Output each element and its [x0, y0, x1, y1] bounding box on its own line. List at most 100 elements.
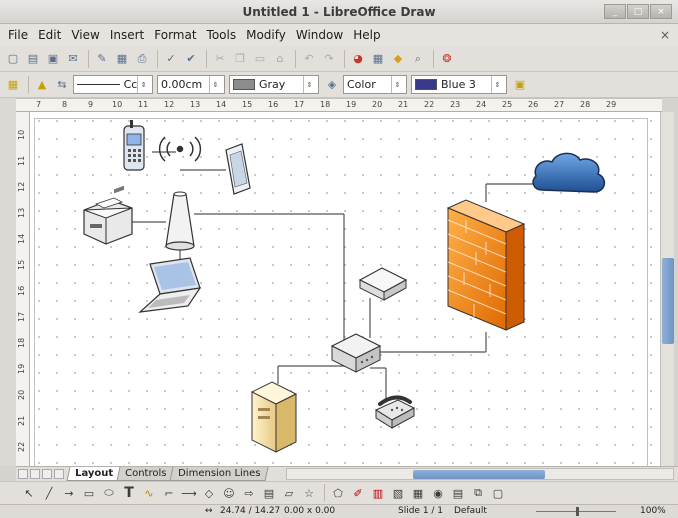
- line-color-select[interactable]: Gray ⇕: [229, 75, 319, 94]
- drawing-canvas[interactable]: [30, 112, 660, 466]
- line-width-field[interactable]: 0.00cm ⇕: [157, 75, 225, 94]
- paste-icon[interactable]: ▭: [251, 50, 269, 68]
- extrusion-icon[interactable]: ◉: [429, 484, 447, 502]
- menu-tools[interactable]: Tools: [203, 28, 243, 42]
- styles-icon[interactable]: ▦: [4, 76, 22, 94]
- show-draw-functions-icon[interactable]: ◆: [389, 50, 407, 68]
- ruler-tick: 20: [17, 389, 26, 400]
- area-style-select[interactable]: Color ⇕: [343, 75, 407, 94]
- area-style-value: Color: [347, 78, 376, 91]
- close-document-icon[interactable]: ×: [660, 28, 670, 42]
- ellipse-icon[interactable]: ⬭: [100, 484, 118, 502]
- horizontal-scrollbar[interactable]: [286, 468, 674, 480]
- ruler-tick: 14: [17, 233, 26, 244]
- standard-toolbar: ▢ ▤ ▣ ✉ ✎ ▦ ⎙ ✓ ✔ ✂ ❐ ▭ ⌂ ↶ ↷ ◕ ▦ ◆ ⌕ ❂: [0, 46, 678, 72]
- edit-file-icon[interactable]: ✎: [93, 50, 111, 68]
- glue-points-icon[interactable]: ✐: [349, 484, 367, 502]
- tab-controls[interactable]: Controls: [116, 467, 175, 481]
- curve-icon[interactable]: ∿: [140, 484, 158, 502]
- menu-help[interactable]: Help: [349, 28, 386, 42]
- copy-icon[interactable]: ❐: [231, 50, 249, 68]
- vertical-ruler[interactable]: 10 11 12 13 14 15 16 17 18 19 20 21 22: [16, 112, 30, 466]
- shadow-toggle-icon[interactable]: ▢: [489, 484, 507, 502]
- line-icon[interactable]: ▲: [33, 76, 51, 94]
- slide-indicator: Slide 1 / 1: [398, 506, 444, 516]
- fontwork-icon[interactable]: ▥: [369, 484, 387, 502]
- spellcheck-icon[interactable]: ✓: [162, 50, 180, 68]
- menu-format[interactable]: Format: [150, 28, 202, 42]
- help-icon[interactable]: ❂: [438, 50, 456, 68]
- rectangle-icon[interactable]: ▭: [80, 484, 98, 502]
- lines-arrows-icon[interactable]: ⟶: [180, 484, 198, 502]
- separator: [88, 49, 89, 68]
- menu-insert[interactable]: Insert: [106, 28, 150, 42]
- menu-edit[interactable]: Edit: [34, 28, 67, 42]
- ruler-tick: 12: [164, 100, 175, 109]
- tab-dimension-lines[interactable]: Dimension Lines: [169, 467, 270, 481]
- prev-tab-button[interactable]: [30, 469, 40, 479]
- spin-icon: ⇕: [137, 76, 149, 93]
- last-tab-button[interactable]: [54, 469, 64, 479]
- undo-icon[interactable]: ↶: [300, 50, 318, 68]
- flowchart-icon[interactable]: ▤: [260, 484, 278, 502]
- arrow-style-icon[interactable]: ⇆: [53, 76, 71, 94]
- next-tab-button[interactable]: [42, 469, 52, 479]
- tab-layout[interactable]: Layout: [66, 467, 122, 481]
- horizontal-scroll-thumb[interactable]: [413, 470, 545, 479]
- blue-swatch: [415, 79, 437, 90]
- area-icon[interactable]: ◈: [323, 76, 341, 94]
- vertical-scroll-thumb[interactable]: [662, 258, 674, 344]
- gallery-icon[interactable]: ▦: [409, 484, 427, 502]
- export-pdf-icon[interactable]: ▦: [113, 50, 131, 68]
- email-icon[interactable]: ✉: [64, 50, 82, 68]
- select-icon[interactable]: ↖: [20, 484, 38, 502]
- ruler-tick: 19: [346, 100, 357, 109]
- connector-icon[interactable]: ⌐: [160, 484, 178, 502]
- maximize-button[interactable]: □: [627, 4, 649, 19]
- align-icon[interactable]: ▤: [449, 484, 467, 502]
- close-window-button[interactable]: ×: [650, 4, 672, 19]
- spin-icon: ⇕: [209, 76, 221, 93]
- clone-formatting-icon[interactable]: ⌂: [271, 50, 289, 68]
- from-file-icon[interactable]: ▧: [389, 484, 407, 502]
- block-arrows-icon[interactable]: ⇨: [240, 484, 258, 502]
- ruler-tick: 21: [398, 100, 409, 109]
- title-bar: Untitled 1 - LibreOffice Draw _ □ ×: [0, 0, 678, 24]
- first-tab-button[interactable]: [18, 469, 28, 479]
- autospell-icon[interactable]: ✔: [182, 50, 200, 68]
- zoom-slider[interactable]: [536, 507, 616, 517]
- new-document-icon[interactable]: ▢: [4, 50, 22, 68]
- vertical-scrollbar[interactable]: [660, 112, 674, 466]
- basic-shapes-icon[interactable]: ◇: [200, 484, 218, 502]
- menu-modify[interactable]: Modify: [242, 28, 292, 42]
- line-style-select[interactable]: Cc ⇕: [73, 75, 153, 94]
- stars-icon[interactable]: ☆: [300, 484, 318, 502]
- minimize-button[interactable]: _: [604, 4, 626, 19]
- arrow-line-icon[interactable]: →: [60, 484, 78, 502]
- arrange-icon[interactable]: ⧉: [469, 484, 487, 502]
- separator: [295, 49, 296, 68]
- cut-icon[interactable]: ✂: [211, 50, 229, 68]
- zoom-icon[interactable]: ⌕: [409, 50, 427, 68]
- cloud-icon: [532, 152, 606, 193]
- points-icon[interactable]: ⬠: [329, 484, 347, 502]
- menu-view[interactable]: View: [67, 28, 105, 42]
- line-color-value: Gray: [259, 78, 286, 91]
- menu-window[interactable]: Window: [292, 28, 349, 42]
- open-icon[interactable]: ▤: [24, 50, 42, 68]
- text-icon[interactable]: T: [120, 484, 138, 502]
- chart-icon[interactable]: ◕: [349, 50, 367, 68]
- menu-file[interactable]: File: [4, 28, 34, 42]
- save-icon[interactable]: ▣: [44, 50, 62, 68]
- area-color-select[interactable]: Blue 3 ⇕: [411, 75, 507, 94]
- tab-controls-label: Controls: [125, 468, 167, 479]
- symbol-shapes-icon[interactable]: ☺: [220, 484, 238, 502]
- callouts-icon[interactable]: ▱: [280, 484, 298, 502]
- shadow-icon[interactable]: ▣: [511, 76, 529, 94]
- line-tool-icon[interactable]: ╱: [40, 484, 58, 502]
- redo-icon[interactable]: ↷: [320, 50, 338, 68]
- ruler-tick: 10: [17, 129, 26, 140]
- print-icon[interactable]: ⎙: [133, 50, 151, 68]
- table-icon[interactable]: ▦: [369, 50, 387, 68]
- horizontal-ruler[interactable]: 7 8 9 10 11 12 13 14 15 16 17 18 19 20 2…: [16, 98, 662, 112]
